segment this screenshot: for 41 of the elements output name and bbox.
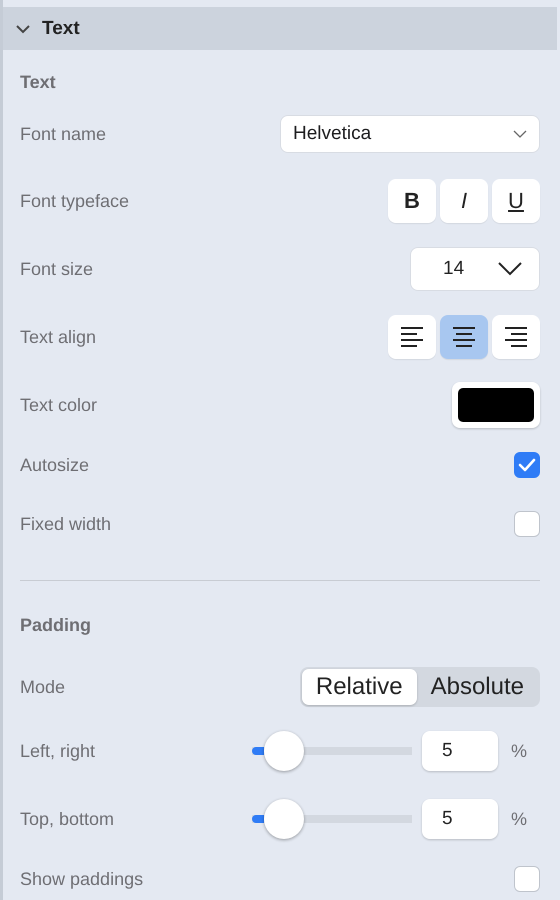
style-button[interactable]: B xyxy=(388,179,436,223)
number-field[interactable]: 5 xyxy=(422,731,498,771)
color-well[interactable] xyxy=(452,382,540,428)
number-field[interactable]: 5 xyxy=(422,799,498,839)
slider-thumb[interactable] xyxy=(264,731,304,771)
unit-label: % xyxy=(510,808,528,830)
group-heading: Padding xyxy=(20,614,92,637)
group-heading: Text xyxy=(20,70,57,94)
field-label: Left, right xyxy=(20,740,96,762)
field-label: Top, bottom xyxy=(20,808,116,830)
style-button[interactable]: I xyxy=(440,179,488,223)
chevron-down-icon xyxy=(513,130,527,138)
checkbox[interactable] xyxy=(514,511,540,537)
field-label: Text color xyxy=(20,394,98,416)
segment-button[interactable]: Relative xyxy=(302,669,417,705)
unit-label: % xyxy=(510,740,528,762)
chevron-down-icon xyxy=(498,262,522,276)
align-button[interactable] xyxy=(440,315,488,359)
align-center-icon xyxy=(453,327,475,347)
field-label: Show paddings xyxy=(20,868,144,890)
section-title: Text xyxy=(42,18,80,40)
field-label: Font typeface xyxy=(20,190,130,212)
checkbox[interactable] xyxy=(514,452,540,478)
field-label: Mode xyxy=(20,676,66,698)
align-button[interactable] xyxy=(492,315,540,359)
slider-thumb[interactable] xyxy=(264,799,304,839)
section-header[interactable]: Text xyxy=(3,7,557,50)
checkmark-icon xyxy=(518,458,536,472)
field-label: Fixed width xyxy=(20,514,112,534)
font-dropdown[interactable]: Helvetica xyxy=(280,115,540,153)
align-button[interactable] xyxy=(388,315,436,359)
field-label: Autosize xyxy=(20,454,90,476)
field-label: Font size xyxy=(20,258,94,280)
checkbox[interactable] xyxy=(514,866,540,892)
style-button[interactable]: U xyxy=(492,179,540,223)
align-left-icon xyxy=(401,327,423,347)
font-size-dropdown[interactable]: 14 xyxy=(410,247,540,291)
field-label: Font name xyxy=(20,124,108,144)
align-right-icon xyxy=(505,327,527,347)
segment-button[interactable]: Absolute xyxy=(416,669,538,705)
field-label: Text align xyxy=(20,326,98,348)
